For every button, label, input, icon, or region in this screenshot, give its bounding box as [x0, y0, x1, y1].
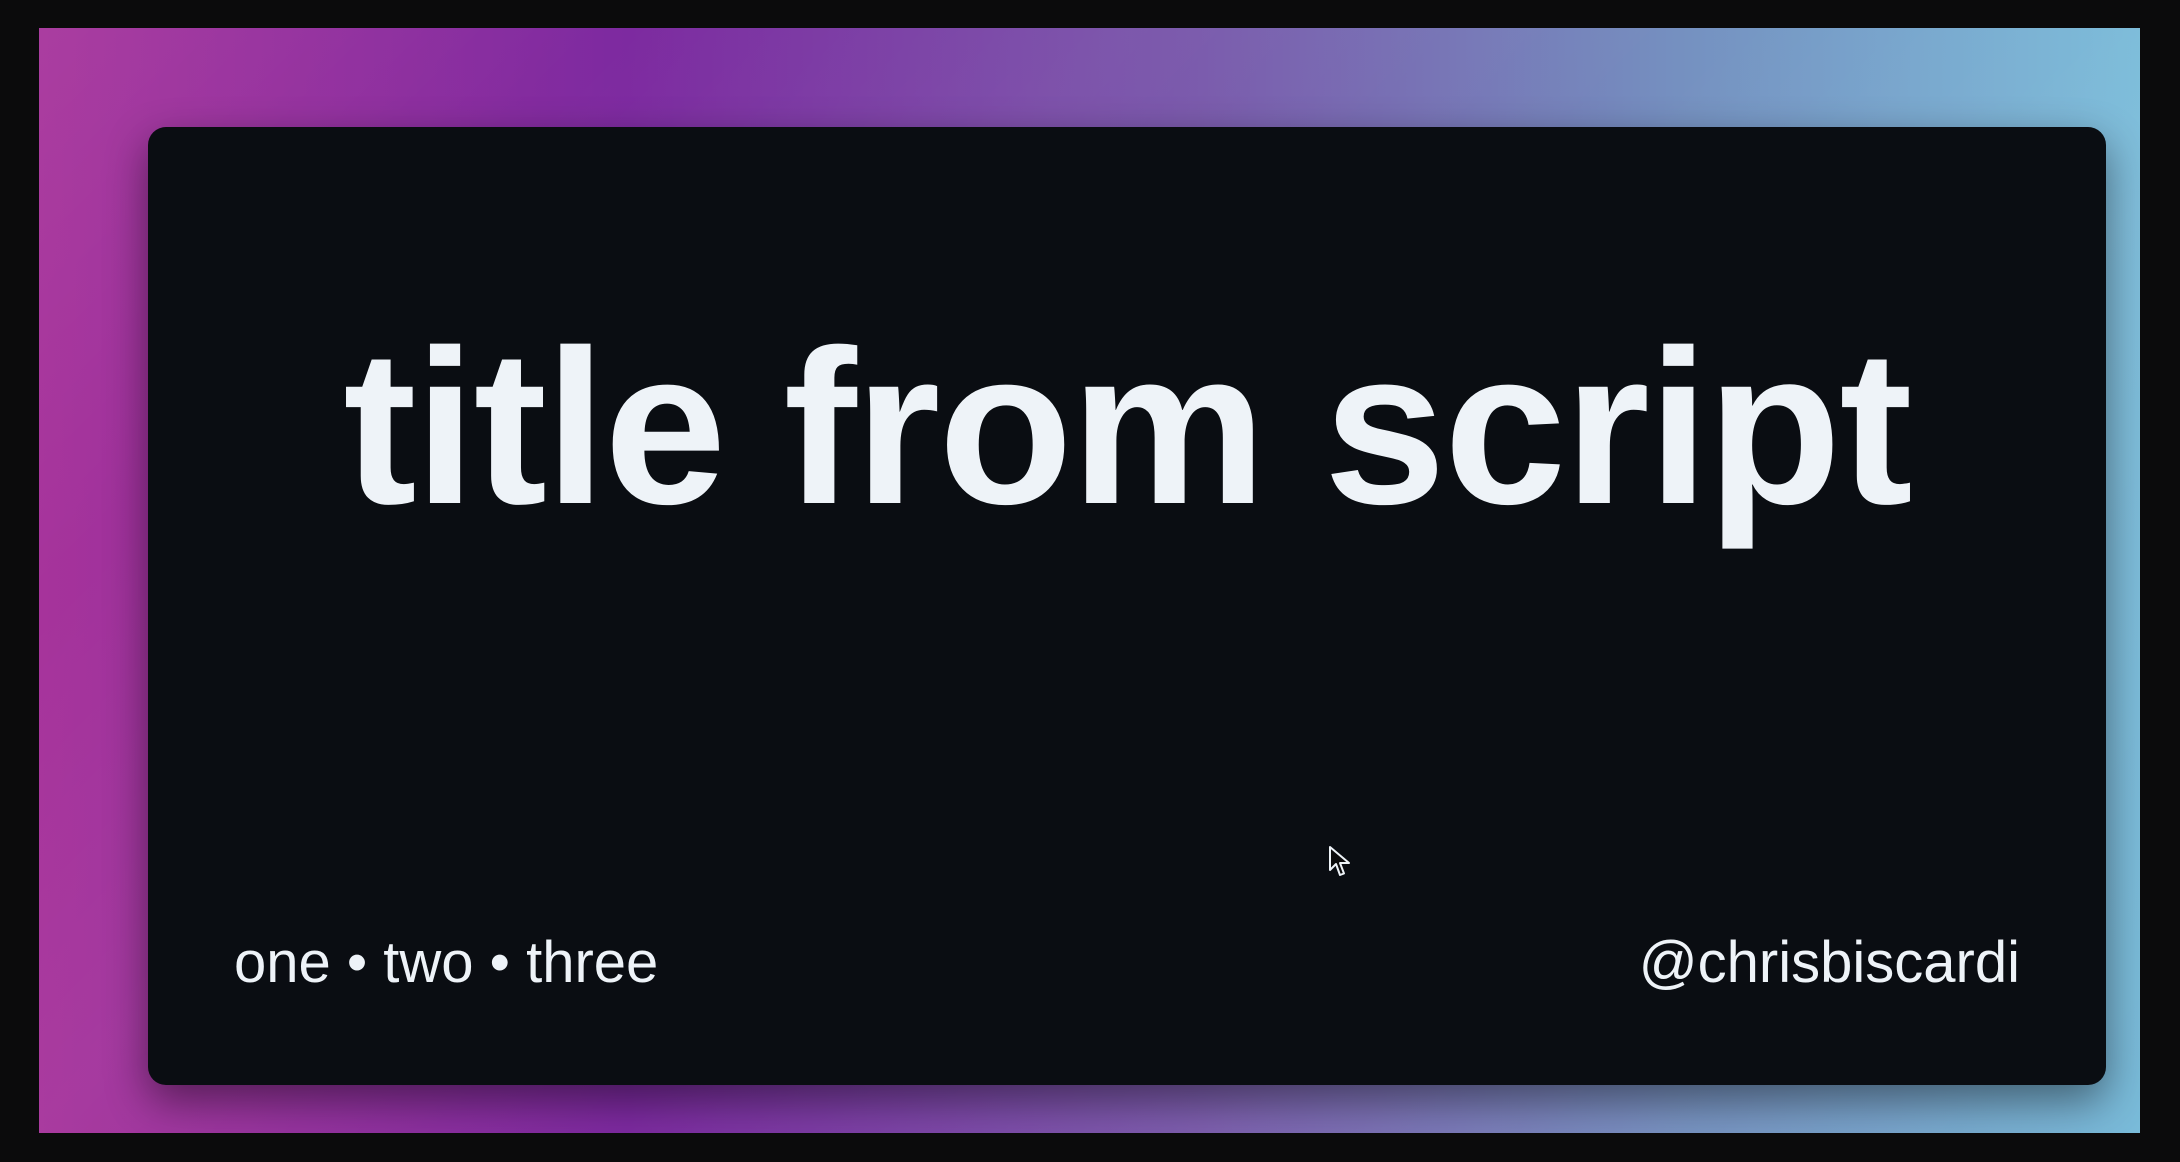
slide-title: title from script — [343, 304, 1912, 550]
screen: title from script one • two • three @chr… — [0, 0, 2180, 1162]
slide-footer-left: one • two • three — [234, 930, 659, 995]
cursor-icon — [1329, 846, 1350, 876]
slide-footer-right: @chrisbiscardi — [1638, 930, 2020, 995]
gradient-frame: title from script one • two • three @chr… — [39, 28, 2140, 1133]
slide-card: title from script one • two • three @chr… — [148, 127, 2106, 1085]
